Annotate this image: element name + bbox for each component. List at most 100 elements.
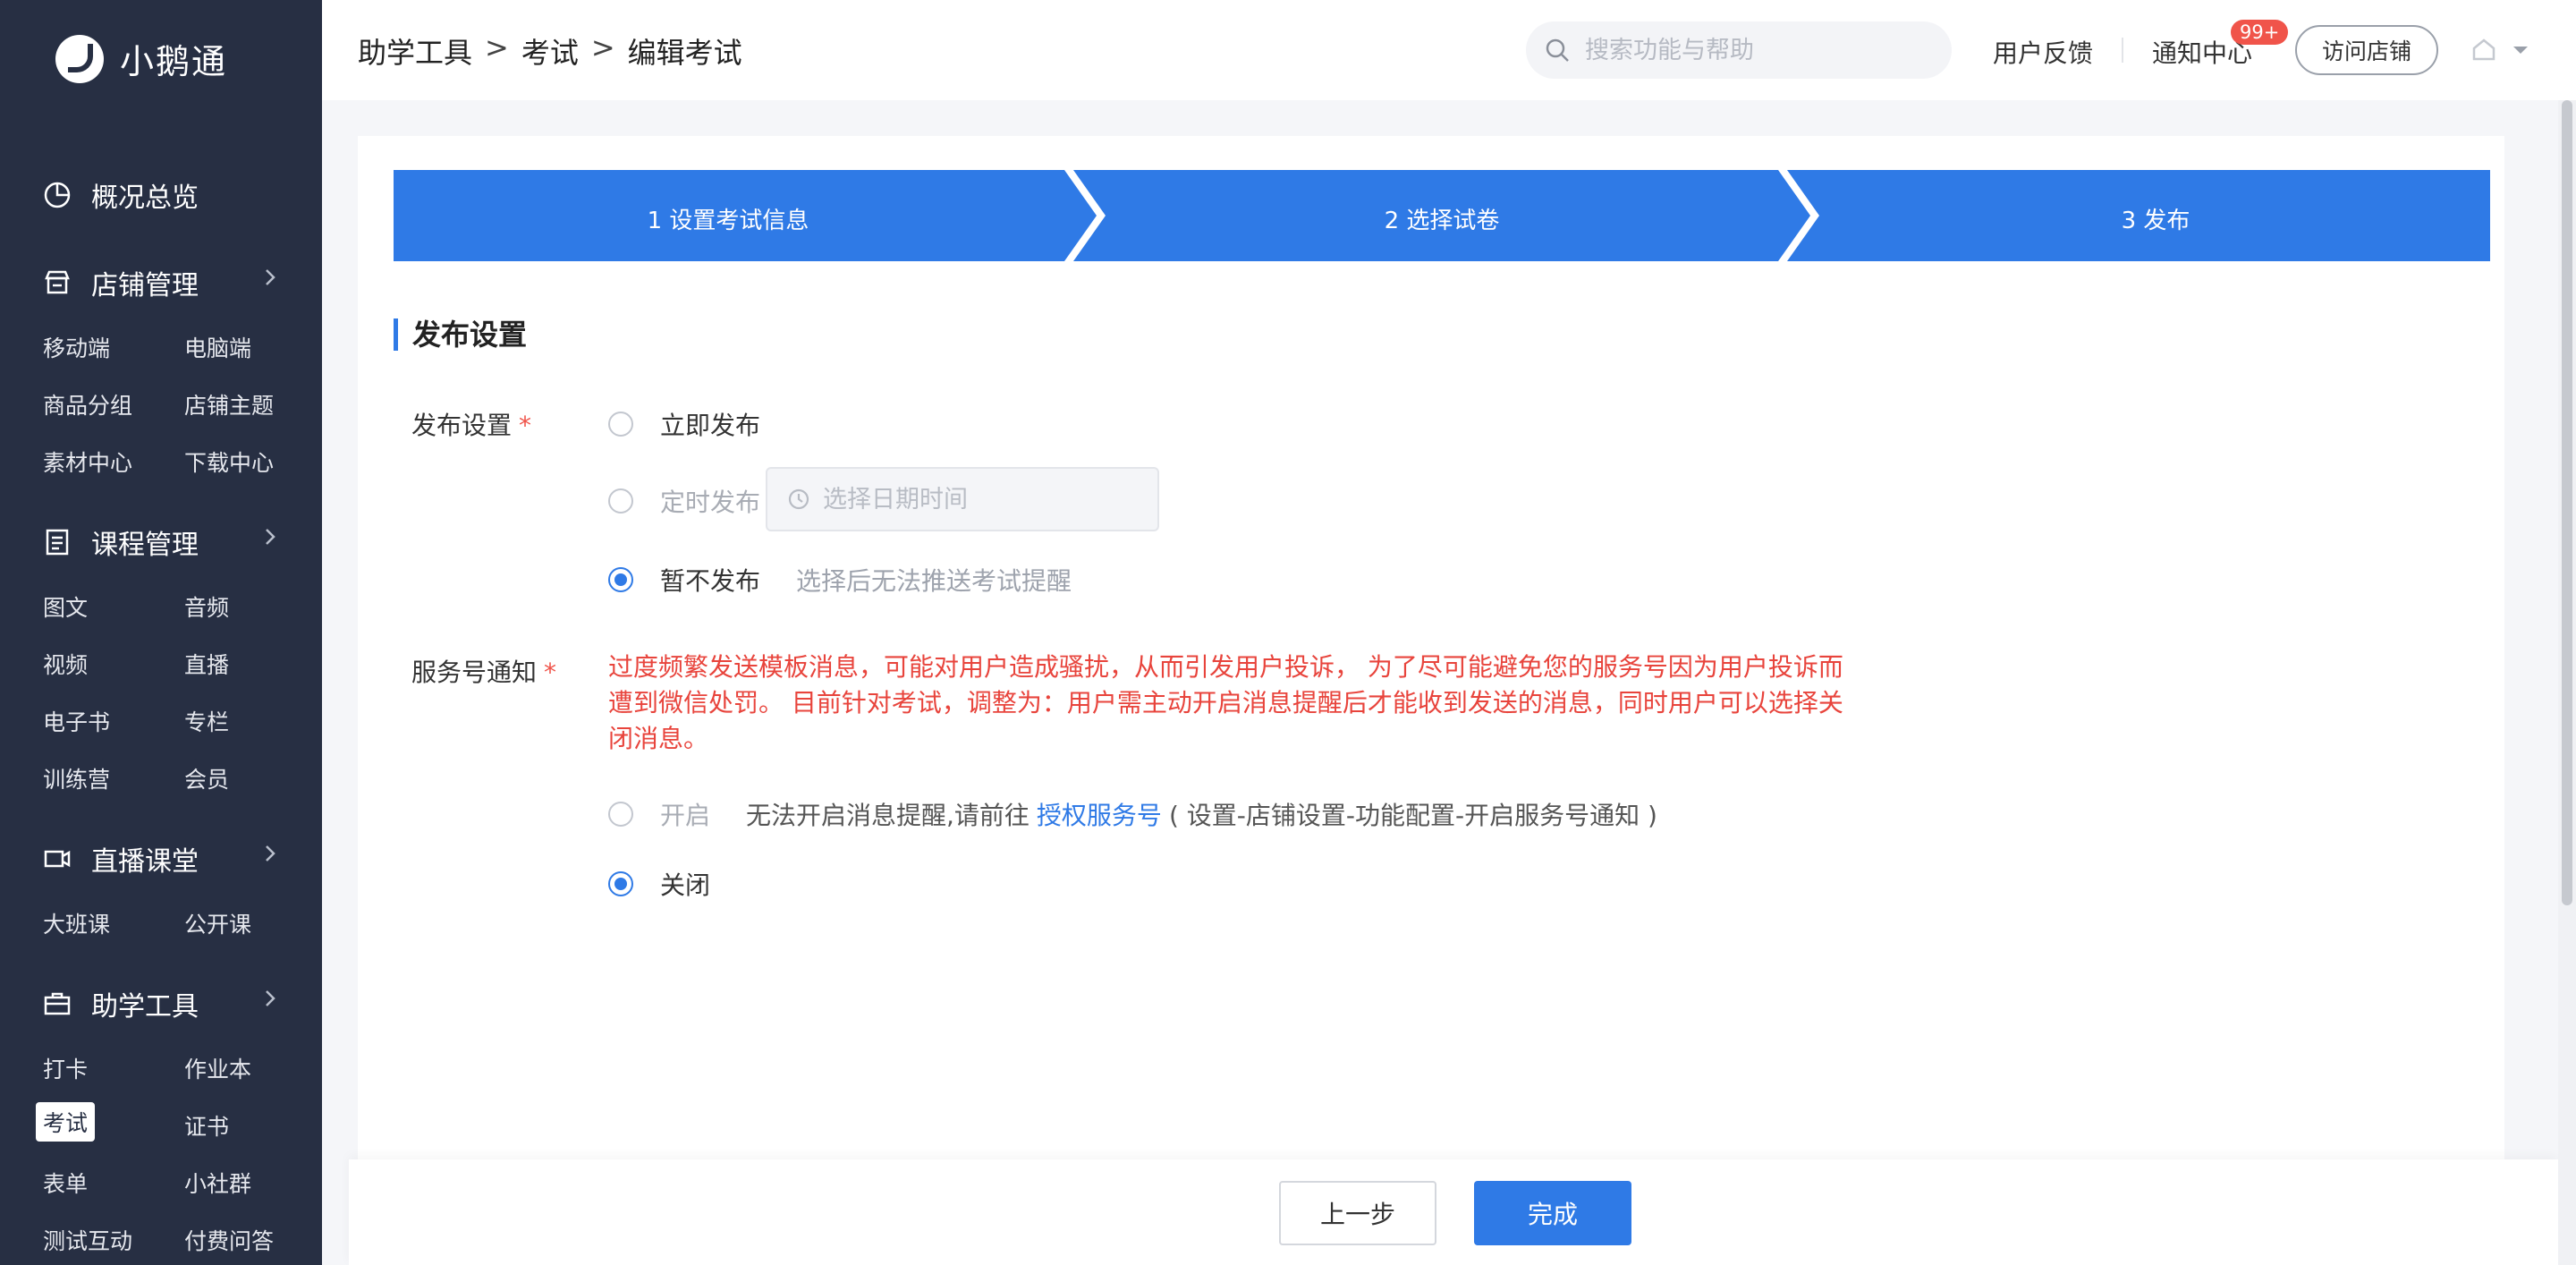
breadcrumb-item[interactable]: 考试 (521, 30, 579, 72)
scrollbar[interactable] (2558, 100, 2576, 1265)
sidebar-subitem[interactable]: 视频 (43, 648, 88, 680)
chevron-right-icon (258, 841, 283, 866)
sidebar-subitem[interactable]: 电脑端 (184, 331, 251, 363)
feedback-link[interactable]: 用户反馈 (1993, 34, 2093, 70)
notification-badge: 99+ (2231, 20, 2289, 45)
sidebar-item-course[interactable]: 课程管理 (41, 522, 283, 562)
required-mark: * (544, 658, 557, 687)
authorize-service-link[interactable]: 授权服务号 (1037, 796, 1162, 832)
sidebar-subitem[interactable]: 移动端 (43, 331, 110, 363)
visit-store-button[interactable]: 访问店铺 (2295, 25, 2438, 75)
notice-on-radio[interactable] (608, 802, 633, 827)
sidebar-subitem[interactable]: 作业本 (184, 1052, 251, 1084)
publish-later-hint: 选择后无法推送考试提醒 (796, 566, 1072, 596)
sidebar-subitem[interactable]: 店铺主题 (184, 388, 274, 420)
sidebar-subitem[interactable]: 测试互动 (43, 1224, 132, 1256)
publish-setting-label: 发布设置 * (411, 406, 531, 442)
breadcrumb: 助学工具 > 考试 > 编辑考试 (358, 30, 742, 72)
chevron-right-icon (258, 524, 283, 549)
step-3-label[interactable]: 3 发布 (1977, 202, 2334, 235)
sidebar-subitem[interactable]: 付费问答 (184, 1224, 274, 1256)
notice-on-path: ( 设置-店铺设置-功能配置-开启服务号通知 ) (1168, 801, 1657, 830)
header-divider (2122, 38, 2123, 63)
sidebar-subitem[interactable]: 大班课 (43, 907, 110, 939)
publish-later-radio[interactable] (608, 567, 633, 592)
service-notice-warning: 过度频繁发送模板消息，可能对用户造成骚扰，从而引发用户投诉， 为了尽可能避免您的… (608, 652, 1843, 753)
sidebar-subitem[interactable]: 电子书 (43, 705, 110, 737)
required-mark: * (519, 411, 532, 440)
sidebar-subitem[interactable]: 打卡 (43, 1052, 88, 1084)
sidebar-subitem[interactable]: 表单 (43, 1167, 88, 1199)
notice-off-radio[interactable] (608, 871, 633, 896)
sidebar-item-tools[interactable]: 助学工具 (41, 984, 283, 1023)
notice-off-option[interactable]: 关闭 (608, 866, 710, 902)
notice-off-label: 关闭 (660, 870, 711, 900)
sidebar-subitem[interactable]: 专栏 (184, 705, 229, 737)
sidebar-subitem[interactable]: 公开课 (184, 907, 251, 939)
toolbox-icon (41, 988, 73, 1020)
sidebar-subitem-active[interactable]: 考试 (36, 1102, 96, 1142)
sidebar-item-overview[interactable]: 概况总览 (41, 175, 283, 215)
scrollbar-thumb[interactable] (2562, 100, 2572, 905)
label-text: 服务号通知 (411, 658, 538, 687)
datetime-picker[interactable] (766, 467, 1159, 531)
label-text: 发布设置 (411, 411, 513, 440)
clock-icon (788, 488, 809, 510)
sidebar-item-store[interactable]: 店铺管理 (41, 263, 283, 302)
notice-on-option[interactable]: 开启 无法开启消息提醒,请前往 授权服务号 ( 设置-店铺设置-功能配置-开启服… (608, 796, 1657, 832)
breadcrumb-current: 编辑考试 (627, 36, 742, 70)
home-icon[interactable] (2470, 36, 2497, 63)
breadcrumb-separator: > (485, 30, 509, 64)
publish-scheduled-radio[interactable] (608, 488, 633, 514)
publish-now-radio[interactable] (608, 412, 633, 437)
notice-on-desc: 无法开启消息提醒,请前往 (746, 801, 1030, 830)
search-input[interactable] (1585, 36, 1925, 64)
search-icon (1546, 38, 1569, 62)
publish-scheduled-option[interactable]: 定时发布 (608, 483, 760, 519)
sidebar-subitem[interactable]: 证书 (184, 1109, 229, 1142)
top-bar: 助学工具 > 考试 > 编辑考试 用户反馈 通知中心 99+ 访问店铺 (322, 0, 2576, 100)
sidebar-subitem[interactable]: 训练营 (43, 762, 110, 794)
sidebar-item-label: 概况总览 (91, 183, 199, 214)
app-name: 小鹅通 (120, 42, 228, 81)
footer-bar: 上一步 完成 (349, 1159, 2558, 1265)
step-1-label[interactable]: 1 设置考试信息 (549, 202, 907, 235)
document-icon (41, 526, 73, 558)
app-logo[interactable]: 小鹅通 (55, 34, 227, 83)
sidebar-subitem[interactable]: 素材中心 (43, 446, 132, 478)
sidebar-item-live[interactable]: 直播课堂 (41, 839, 283, 879)
chevron-right-icon (258, 265, 283, 290)
sidebar-item-label: 课程管理 (91, 530, 199, 561)
sidebar-item-label: 助学工具 (91, 991, 199, 1023)
publish-later-label: 暂不发布 (660, 566, 761, 596)
pie-chart-icon (41, 179, 73, 211)
search-box[interactable] (1526, 21, 1952, 79)
datetime-input[interactable] (823, 485, 1145, 514)
publish-scheduled-label: 定时发布 (660, 488, 761, 517)
sidebar-item-label: 直播课堂 (91, 846, 199, 878)
video-camera-icon (41, 843, 73, 875)
publish-now-label: 立即发布 (660, 411, 761, 440)
notice-on-label: 开启 (660, 801, 711, 830)
section-title: 发布设置 (394, 318, 527, 351)
sidebar: 小鹅通 概况总览 店铺管理 移动端 电脑端 商品分组 店铺主题 素材中心 下载中… (0, 0, 322, 1265)
sidebar-item-label: 店铺管理 (91, 270, 199, 301)
logo-icon (55, 34, 104, 83)
sidebar-subitem[interactable]: 直播 (184, 648, 229, 680)
sidebar-subitem[interactable]: 下载中心 (184, 446, 274, 478)
finish-button[interactable]: 完成 (1474, 1181, 1631, 1245)
publish-later-option[interactable]: 暂不发布 选择后无法推送考试提醒 (608, 562, 1072, 598)
sidebar-subitem[interactable]: 小社群 (184, 1167, 251, 1199)
store-icon (41, 267, 73, 299)
caret-down-icon[interactable] (2510, 39, 2531, 61)
step-indicator: 1 设置考试信息 2 选择试卷 3 发布 (394, 170, 2490, 261)
breadcrumb-item[interactable]: 助学工具 (358, 30, 472, 72)
sidebar-subitem[interactable]: 图文 (43, 590, 88, 623)
sidebar-subitem[interactable]: 商品分组 (43, 388, 132, 420)
step-2-label[interactable]: 2 选择试卷 (1263, 202, 1621, 235)
sidebar-subitem[interactable]: 会员 (184, 762, 229, 794)
sidebar-subitem[interactable]: 音频 (184, 590, 229, 623)
previous-step-button[interactable]: 上一步 (1279, 1181, 1436, 1245)
publish-now-option[interactable]: 立即发布 (608, 406, 760, 442)
service-notice-label: 服务号通知 * (411, 653, 556, 689)
